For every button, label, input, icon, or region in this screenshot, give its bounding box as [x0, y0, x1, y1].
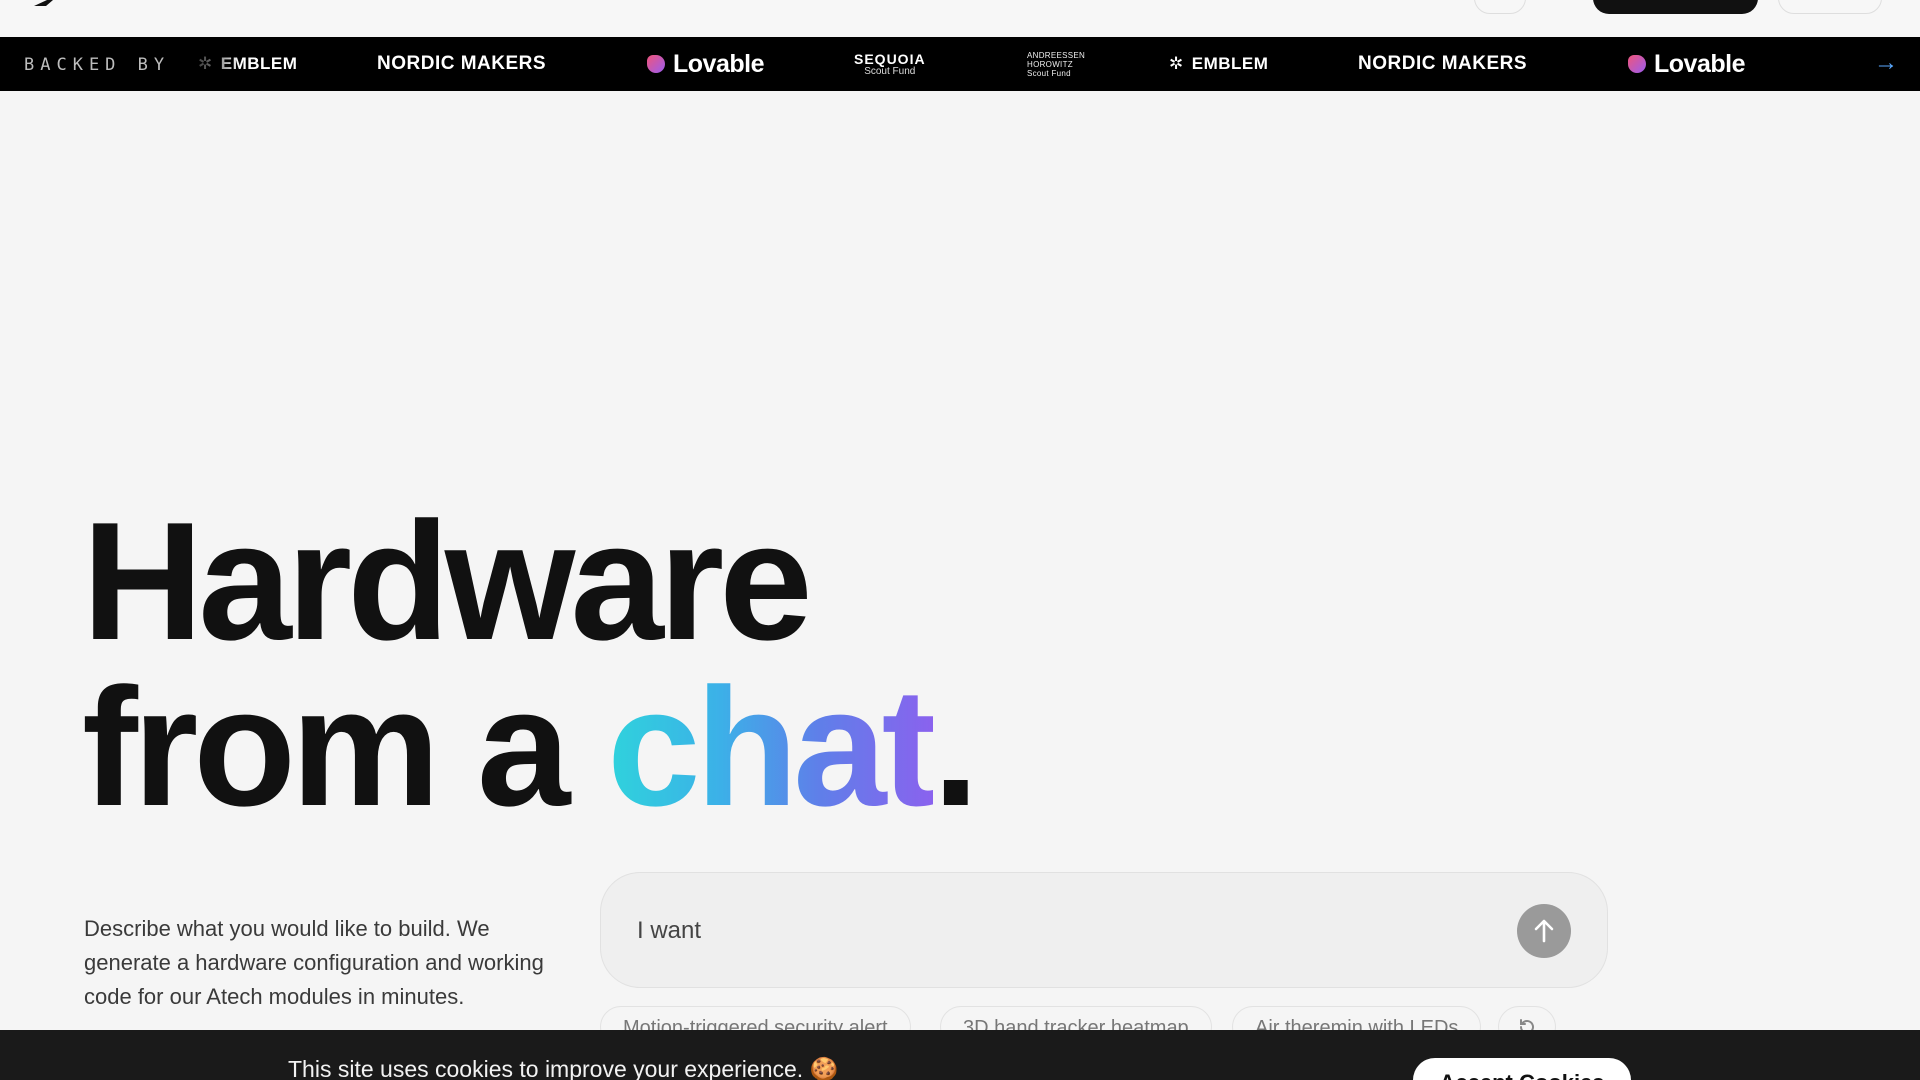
backer-logo-lovable: Lovable — [647, 37, 764, 91]
backers-label: BACKED BY — [24, 55, 171, 75]
lovable-heart-icon — [647, 55, 665, 73]
arrow-up-icon — [1534, 919, 1554, 943]
cookie-banner: This site uses cookies to improve your e… — [0, 1030, 1920, 1080]
backer-logo-sequoia: SEQUOIA Scout Fund — [854, 50, 926, 77]
chat-input[interactable] — [637, 909, 1497, 953]
top-navbar — [0, 0, 1920, 37]
backer-logo-emblem: ✲ EMBLEM — [1169, 54, 1269, 73]
chat-prompt-box — [600, 872, 1608, 988]
backers-strip: BACKED BY ✲ EMBLEM NORDIC MAKERS Lovable… — [0, 37, 1920, 91]
emblem-icon: ✲ — [1169, 54, 1184, 73]
hero-title-line-1: Hardware — [82, 487, 813, 675]
nav-primary-button[interactable] — [1593, 0, 1758, 14]
accept-cookies-button[interactable]: Accept Cookies — [1413, 1058, 1631, 1080]
lovable-heart-icon — [1628, 55, 1646, 73]
hero-description: Describe what you would like to build. W… — [84, 916, 544, 1009]
backer-logo-andreessen-horowitz: ANDREESSEN HOROWITZ Scout Fund — [1027, 50, 1086, 78]
backer-logo-nordic-makers: NORDIC MAKERS — [1358, 53, 1528, 74]
backer-logo-nordic-makers: NORDIC MAKERS — [377, 53, 547, 74]
arrow-right-icon[interactable]: → — [1874, 49, 1898, 77]
hero-title: Hardware from a chat. — [82, 487, 979, 841]
marquee-fade — [170, 37, 240, 91]
send-button[interactable] — [1517, 904, 1571, 958]
nav-secondary-button[interactable] — [1778, 0, 1882, 14]
hero-title-line-2: from a chat. — [82, 653, 979, 841]
backer-logo-lovable: Lovable — [1628, 37, 1745, 91]
cookie-message: This site uses cookies to improve your e… — [288, 1056, 839, 1080]
hero-title-highlight: chat — [607, 653, 937, 841]
logo-icon[interactable] — [34, 0, 60, 6]
nav-icon-button[interactable] — [1474, 0, 1526, 14]
